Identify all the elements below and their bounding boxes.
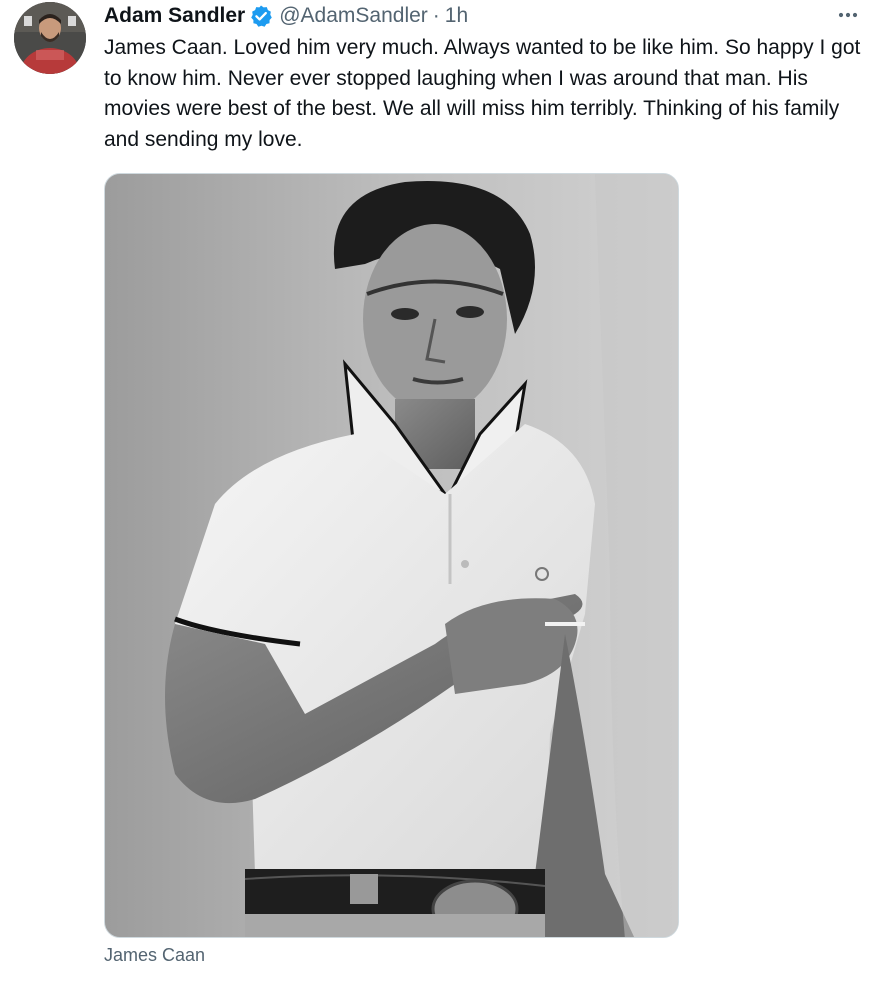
photo-image: [105, 174, 678, 937]
tweet-text: James Caan. Loved him very much. Always …: [104, 36, 861, 151]
tweet[interactable]: Adam Sandler @AdamSandler · 1h James Caa…: [0, 0, 883, 985]
tweet-header: Adam Sandler @AdamSandler · 1h: [104, 2, 468, 30]
author-avatar[interactable]: [14, 2, 86, 74]
verified-badge-icon: [249, 4, 273, 28]
media-caption: James Caan: [104, 945, 206, 965]
tweet-photo[interactable]: [104, 173, 679, 938]
header-separator: ·: [432, 4, 440, 27]
more-options-icon[interactable]: [835, 4, 861, 26]
author-display-name[interactable]: Adam Sandler: [104, 4, 245, 28]
author-handle[interactable]: @AdamSandler: [279, 4, 428, 28]
tweet-timestamp[interactable]: 1h: [445, 4, 468, 28]
